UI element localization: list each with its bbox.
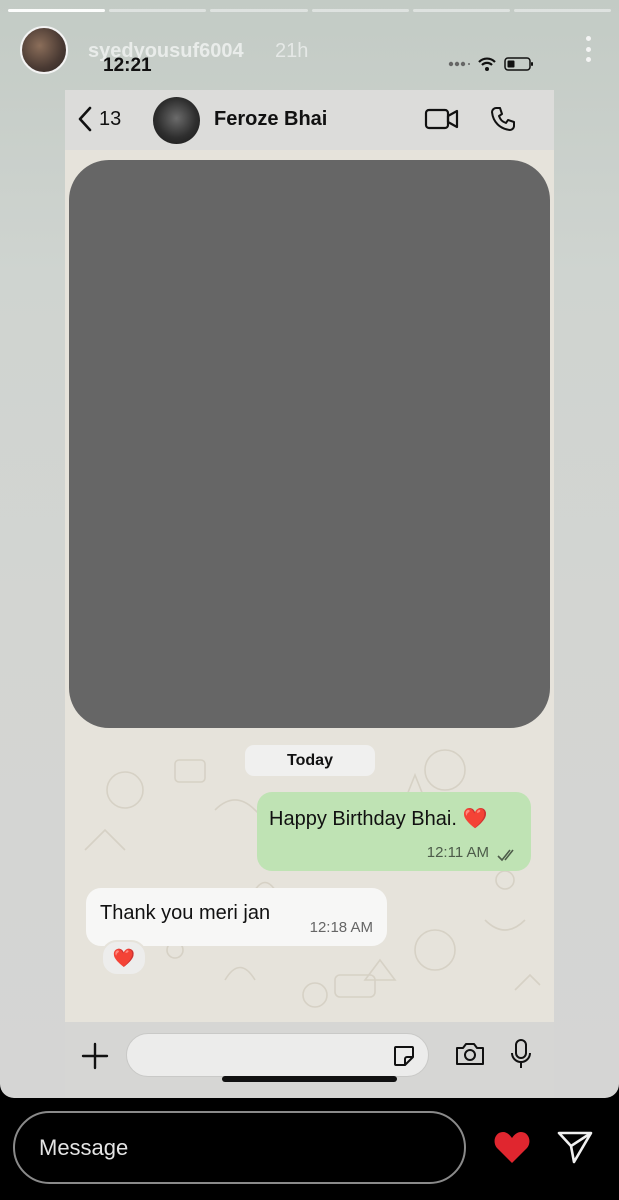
progress-segment [412,9,510,12]
video-call-icon[interactable] [424,106,460,132]
chat-area[interactable]: Today Happy Birthday Bhai. ❤️ 12:11 AM T… [65,150,554,1022]
redacted-image [69,160,550,728]
progress-segment [210,9,308,12]
status-time: 12:21 [103,55,152,76]
chat-message-input[interactable] [126,1033,429,1077]
wifi-icon [478,57,496,71]
phone-call-icon[interactable] [489,105,517,133]
progress-segment [311,9,409,12]
chevron-left-icon [78,106,92,132]
microphone-icon[interactable] [509,1038,533,1070]
contact-name[interactable]: Feroze Bhai [214,108,327,131]
signal-icon [448,61,470,67]
camera-icon[interactable] [454,1041,486,1067]
progress-segment [8,9,106,12]
contact-avatar[interactable] [153,97,200,144]
heart-icon[interactable] [493,1129,531,1165]
read-receipt-icon [497,849,514,862]
chat-input-bar [65,1022,554,1098]
status-bar: 12:21 [65,40,554,88]
more-options-icon[interactable] [585,36,591,62]
progress-segment [513,9,612,12]
send-icon[interactable] [557,1130,593,1164]
back-button[interactable]: 13 [77,106,121,132]
outgoing-message-bubble[interactable]: Happy Birthday Bhai. ❤️ 12:11 AM [257,792,531,871]
message-reaction[interactable]: ❤️ [101,940,147,976]
story-frame[interactable]: syedyousuf6004 21h 12:21 13 Feroze Bhai [0,0,619,1098]
battery-icon [504,57,533,71]
message-text: Thank you meri jan [100,902,271,924]
message-time: 12:11 AM [426,844,489,861]
home-indicator [222,1076,397,1082]
sticker-icon[interactable] [392,1044,416,1068]
message-time: 12:18 AM [309,919,373,936]
shared-screenshot: 12:21 13 Feroze Bhai Today Happy Birthda… [65,40,554,1098]
story-user-avatar[interactable] [20,26,68,74]
date-divider: Today [245,745,375,776]
message-text: Happy Birthday Bhai. ❤️ [269,808,488,830]
unread-count: 13 [99,107,122,130]
incoming-message-bubble[interactable]: Thank you meri jan 12:18 AM [86,888,387,946]
reply-placeholder: Message [39,1135,129,1160]
chat-header: 13 Feroze Bhai [65,90,554,150]
status-icons [448,57,534,71]
progress-segment [109,9,207,12]
story-reply-input[interactable]: Message [13,1111,466,1184]
story-progress-bar [8,9,612,12]
plus-icon[interactable] [81,1042,109,1070]
